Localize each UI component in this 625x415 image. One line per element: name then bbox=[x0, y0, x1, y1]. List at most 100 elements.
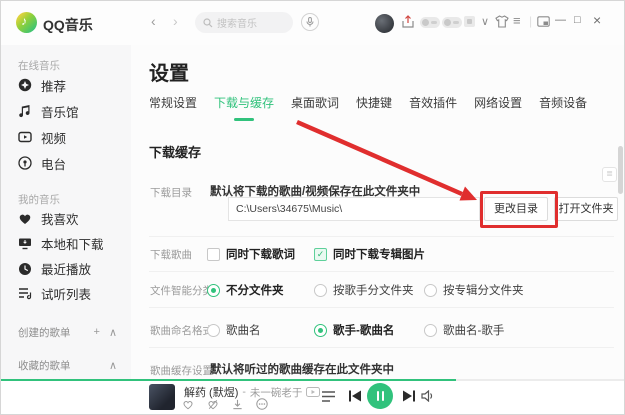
radio-no-folder[interactable]: 不分文件夹 bbox=[207, 282, 284, 298]
sidebar-item-music-hall[interactable]: 音乐馆 bbox=[18, 98, 131, 124]
tab-network[interactable]: 网络设置 bbox=[474, 94, 522, 121]
mv-badge-icon[interactable] bbox=[306, 387, 320, 397]
scrollbar-thumb[interactable] bbox=[618, 146, 623, 194]
checkbox-download-album-art[interactable]: 同时下载专辑图片 bbox=[314, 246, 425, 262]
radio-label: 歌曲名-歌手 bbox=[443, 322, 504, 338]
listen-recognize-button[interactable] bbox=[301, 13, 319, 31]
vip-badge[interactable] bbox=[420, 17, 440, 28]
close-button[interactable]: × bbox=[593, 12, 601, 28]
back-icon[interactable]: ‹ bbox=[151, 14, 156, 28]
playlist-group-label: 创建的歌单 bbox=[18, 325, 71, 340]
sidebar-item-listen-list[interactable]: 试听列表 bbox=[18, 281, 131, 306]
sidebar-item-local-downloads[interactable]: 本地和下载 bbox=[18, 231, 131, 256]
naming-format-label: 歌曲命名格式 bbox=[150, 323, 213, 338]
clock-icon bbox=[18, 262, 32, 276]
user-avatar[interactable] bbox=[375, 14, 394, 33]
app-title: QQ音乐 bbox=[43, 15, 93, 35]
mini-player-icon[interactable] bbox=[537, 16, 550, 28]
maximize-button[interactable]: □ bbox=[574, 14, 581, 26]
sidebar-item-favorites[interactable]: 我喜欢 bbox=[18, 206, 131, 231]
sidebar-item-label: 音乐馆 bbox=[41, 102, 79, 121]
change-directory-button[interactable]: 更改目录 bbox=[484, 197, 548, 221]
radio-icon bbox=[424, 284, 437, 297]
volume-icon[interactable] bbox=[421, 390, 435, 402]
progress-played bbox=[1, 379, 456, 381]
radio-label: 按专辑分文件夹 bbox=[443, 282, 524, 298]
radio-by-artist-folder[interactable]: 按歌手分文件夹 bbox=[314, 282, 414, 298]
tab-general[interactable]: 常规设置 bbox=[149, 94, 197, 121]
previous-track-icon[interactable] bbox=[348, 389, 362, 403]
radio-icon bbox=[314, 284, 327, 297]
row-divider bbox=[149, 307, 614, 308]
playlist-icon bbox=[18, 287, 32, 300]
progress-track[interactable] bbox=[1, 379, 624, 381]
sidebar-item-label: 电台 bbox=[41, 154, 66, 173]
forward-icon[interactable]: › bbox=[173, 14, 178, 28]
like-icon[interactable] bbox=[182, 399, 194, 410]
playlist-group-collected[interactable]: 收藏的歌单 ∧ bbox=[18, 353, 131, 378]
radio-label: 不分文件夹 bbox=[226, 282, 284, 298]
open-folder-button[interactable]: 打开文件夹 bbox=[554, 197, 618, 221]
checkbox-label: 同时下载专辑图片 bbox=[333, 246, 425, 262]
level-badge[interactable] bbox=[464, 16, 475, 27]
add-playlist-icon[interactable]: + bbox=[94, 326, 100, 339]
radio-label: 歌曲名 bbox=[226, 322, 261, 338]
sidebar-item-label: 推荐 bbox=[41, 76, 66, 95]
radio-icon bbox=[207, 284, 220, 297]
cache-settings-desc: 默认将听过的歌曲缓存在此文件夹中 bbox=[210, 361, 394, 377]
chevron-down-icon[interactable]: ∨ bbox=[481, 16, 489, 28]
sidebar-item-video[interactable]: 视频 bbox=[18, 124, 131, 150]
tab-desktop-lyrics[interactable]: 桌面歌词 bbox=[291, 94, 339, 121]
sidebar-item-recent[interactable]: 最近播放 bbox=[18, 256, 131, 281]
dislike-icon[interactable] bbox=[207, 399, 219, 410]
collapse-icon[interactable]: ∧ bbox=[109, 326, 117, 339]
checkbox-label: 同时下载歌词 bbox=[226, 246, 295, 262]
titlebar: QQ音乐 ‹ › 搜索音乐 ∨ ≡ | bbox=[1, 1, 624, 45]
minimize-button[interactable]: — bbox=[555, 14, 566, 26]
track-actions bbox=[182, 398, 268, 410]
pause-button[interactable] bbox=[367, 383, 393, 409]
sidebar-item-label: 本地和下载 bbox=[41, 234, 104, 253]
settings-page: 设置 常规设置 下载与缓存 桌面歌词 快捷键 音效插件 网络设置 音频设备 下载… bbox=[131, 45, 624, 379]
download-song-label: 下载歌曲 bbox=[150, 247, 192, 262]
track-separator: - bbox=[242, 386, 246, 398]
radio-artist-song[interactable]: 歌手-歌曲名 bbox=[314, 322, 394, 338]
radio-by-album-folder[interactable]: 按专辑分文件夹 bbox=[424, 282, 524, 298]
playlist-group-created[interactable]: 创建的歌单 + ∧ bbox=[18, 320, 131, 345]
radio-icon bbox=[207, 324, 220, 337]
smart-classify-label: 文件智能分类 bbox=[150, 283, 213, 298]
sidebar-item-label: 试听列表 bbox=[41, 284, 91, 303]
row-divider bbox=[149, 236, 614, 237]
row-divider bbox=[149, 271, 614, 272]
play-queue-icon[interactable] bbox=[321, 390, 336, 403]
more-icon[interactable] bbox=[256, 398, 268, 410]
tab-sound-plugins[interactable]: 音效插件 bbox=[409, 94, 457, 121]
page-title: 设置 bbox=[149, 57, 189, 86]
svip-badge[interactable] bbox=[442, 17, 462, 28]
sidebar-item-radio[interactable]: 电台 bbox=[18, 150, 131, 176]
share-upload-icon[interactable] bbox=[401, 15, 415, 29]
collapse-icon[interactable]: ∧ bbox=[109, 359, 117, 372]
search-input[interactable]: 搜索音乐 bbox=[195, 12, 293, 33]
tab-audio-device[interactable]: 音频设备 bbox=[539, 94, 587, 121]
cache-settings-label: 歌曲缓存设置 bbox=[150, 363, 213, 378]
download-icon[interactable] bbox=[232, 399, 243, 410]
radio-song-artist[interactable]: 歌曲名-歌手 bbox=[424, 322, 504, 338]
search-placeholder: 搜索音乐 bbox=[217, 15, 257, 30]
tab-hotkeys[interactable]: 快捷键 bbox=[356, 94, 392, 121]
next-track-icon[interactable] bbox=[402, 389, 416, 403]
tab-download-save[interactable]: 下载与缓存 bbox=[214, 94, 274, 121]
floating-widget[interactable]: ≣ bbox=[602, 167, 617, 182]
download-path-field[interactable]: C:\Users\34675\Music\ bbox=[228, 197, 480, 221]
album-art[interactable] bbox=[149, 384, 175, 410]
sidebar-item-label: 最近播放 bbox=[41, 259, 91, 278]
radio-song-name[interactable]: 歌曲名 bbox=[207, 322, 261, 338]
checkbox-download-lyrics[interactable]: 同时下载歌词 bbox=[207, 246, 295, 262]
sidebar-item-recommend[interactable]: 推荐 bbox=[18, 72, 131, 98]
radio-label: 按歌手分文件夹 bbox=[333, 282, 414, 298]
radio-icon bbox=[314, 324, 327, 337]
microphone-icon bbox=[306, 17, 314, 27]
skin-theme-icon[interactable] bbox=[495, 15, 509, 28]
section-title: 下载缓存 bbox=[149, 142, 201, 161]
main-menu-icon[interactable]: ≡ bbox=[513, 15, 521, 27]
